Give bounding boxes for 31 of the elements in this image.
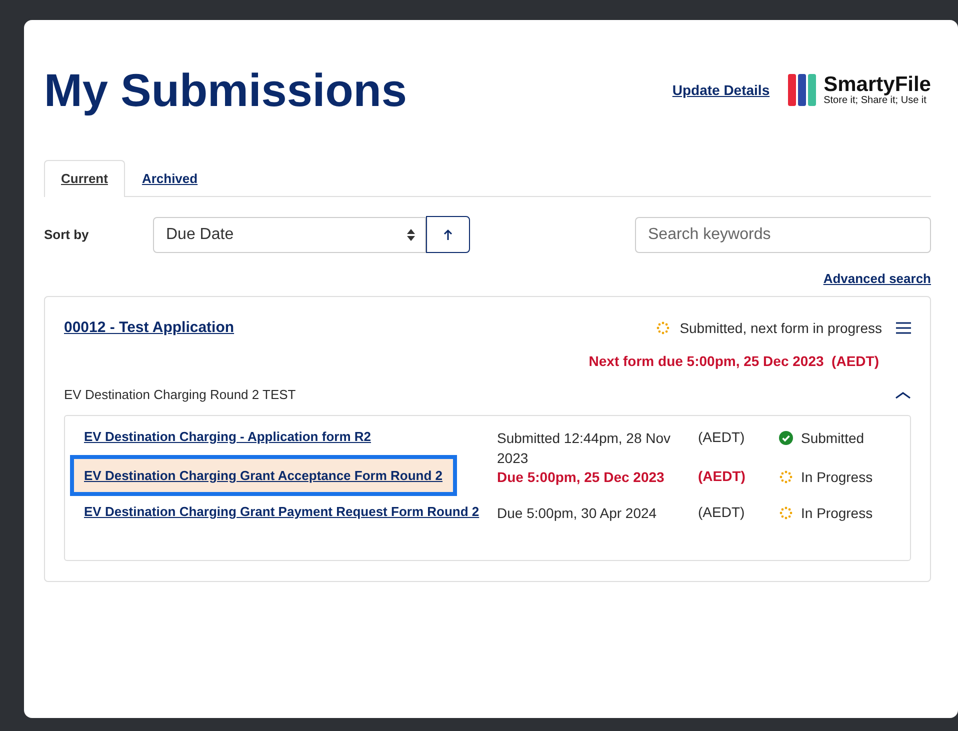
form-date: Due 5:00pm, 30 Apr 2024	[497, 504, 658, 523]
logo-name: SmartyFile	[824, 74, 931, 95]
tab[interactable]: Current	[44, 160, 125, 197]
form-date: Submitted 12:44pm, 28 Nov 2023	[497, 429, 672, 468]
application-status: Submitted, next form in progress	[680, 320, 882, 336]
advanced-search-link[interactable]: Advanced search	[44, 271, 931, 286]
form-link[interactable]: EV Destination Charging Grant Acceptance Form Round 2	[74, 459, 453, 492]
update-details-link[interactable]: Update Details	[672, 82, 770, 98]
timezone-label: (AEDT)	[698, 468, 746, 484]
sort-direction-button[interactable]	[426, 216, 470, 253]
program-name: EV Destination Charging Round 2 TEST	[64, 387, 296, 402]
timezone-label: (AEDT)	[698, 429, 746, 445]
search-field[interactable]: Search keywords	[635, 216, 931, 252]
logo-icon	[788, 74, 818, 106]
form-status: Submitted	[801, 430, 864, 446]
tab[interactable]: Archived	[124, 160, 215, 197]
timezone-label: (AEDT)	[698, 504, 746, 520]
form-link[interactable]: EV Destination Charging Grant Payment Request Form Round 2	[84, 504, 480, 519]
form-date: Due 5:00pm, 25 Dec 2023	[497, 468, 666, 487]
form-link[interactable]: EV Destination Charging - Application form R2	[84, 429, 371, 444]
logo-tagline: Store it; Share it; Use it	[824, 95, 926, 106]
sort-arrows-icon	[407, 228, 415, 240]
application-link[interactable]: 00012 - Test Application	[64, 319, 234, 336]
sort-dropdown[interactable]: Due Date	[153, 216, 426, 252]
collapse-chevron-icon[interactable]	[895, 390, 911, 398]
form-status: In Progress	[801, 505, 873, 521]
sort-label: Sort by	[44, 227, 90, 242]
form-status: In Progress	[801, 469, 873, 485]
page-title: My Submissions	[44, 63, 408, 117]
arrow-icon	[443, 228, 453, 240]
next-due-text: Next form due 5:00pm, 25 Dec 2023 (AEDT)	[588, 353, 879, 369]
